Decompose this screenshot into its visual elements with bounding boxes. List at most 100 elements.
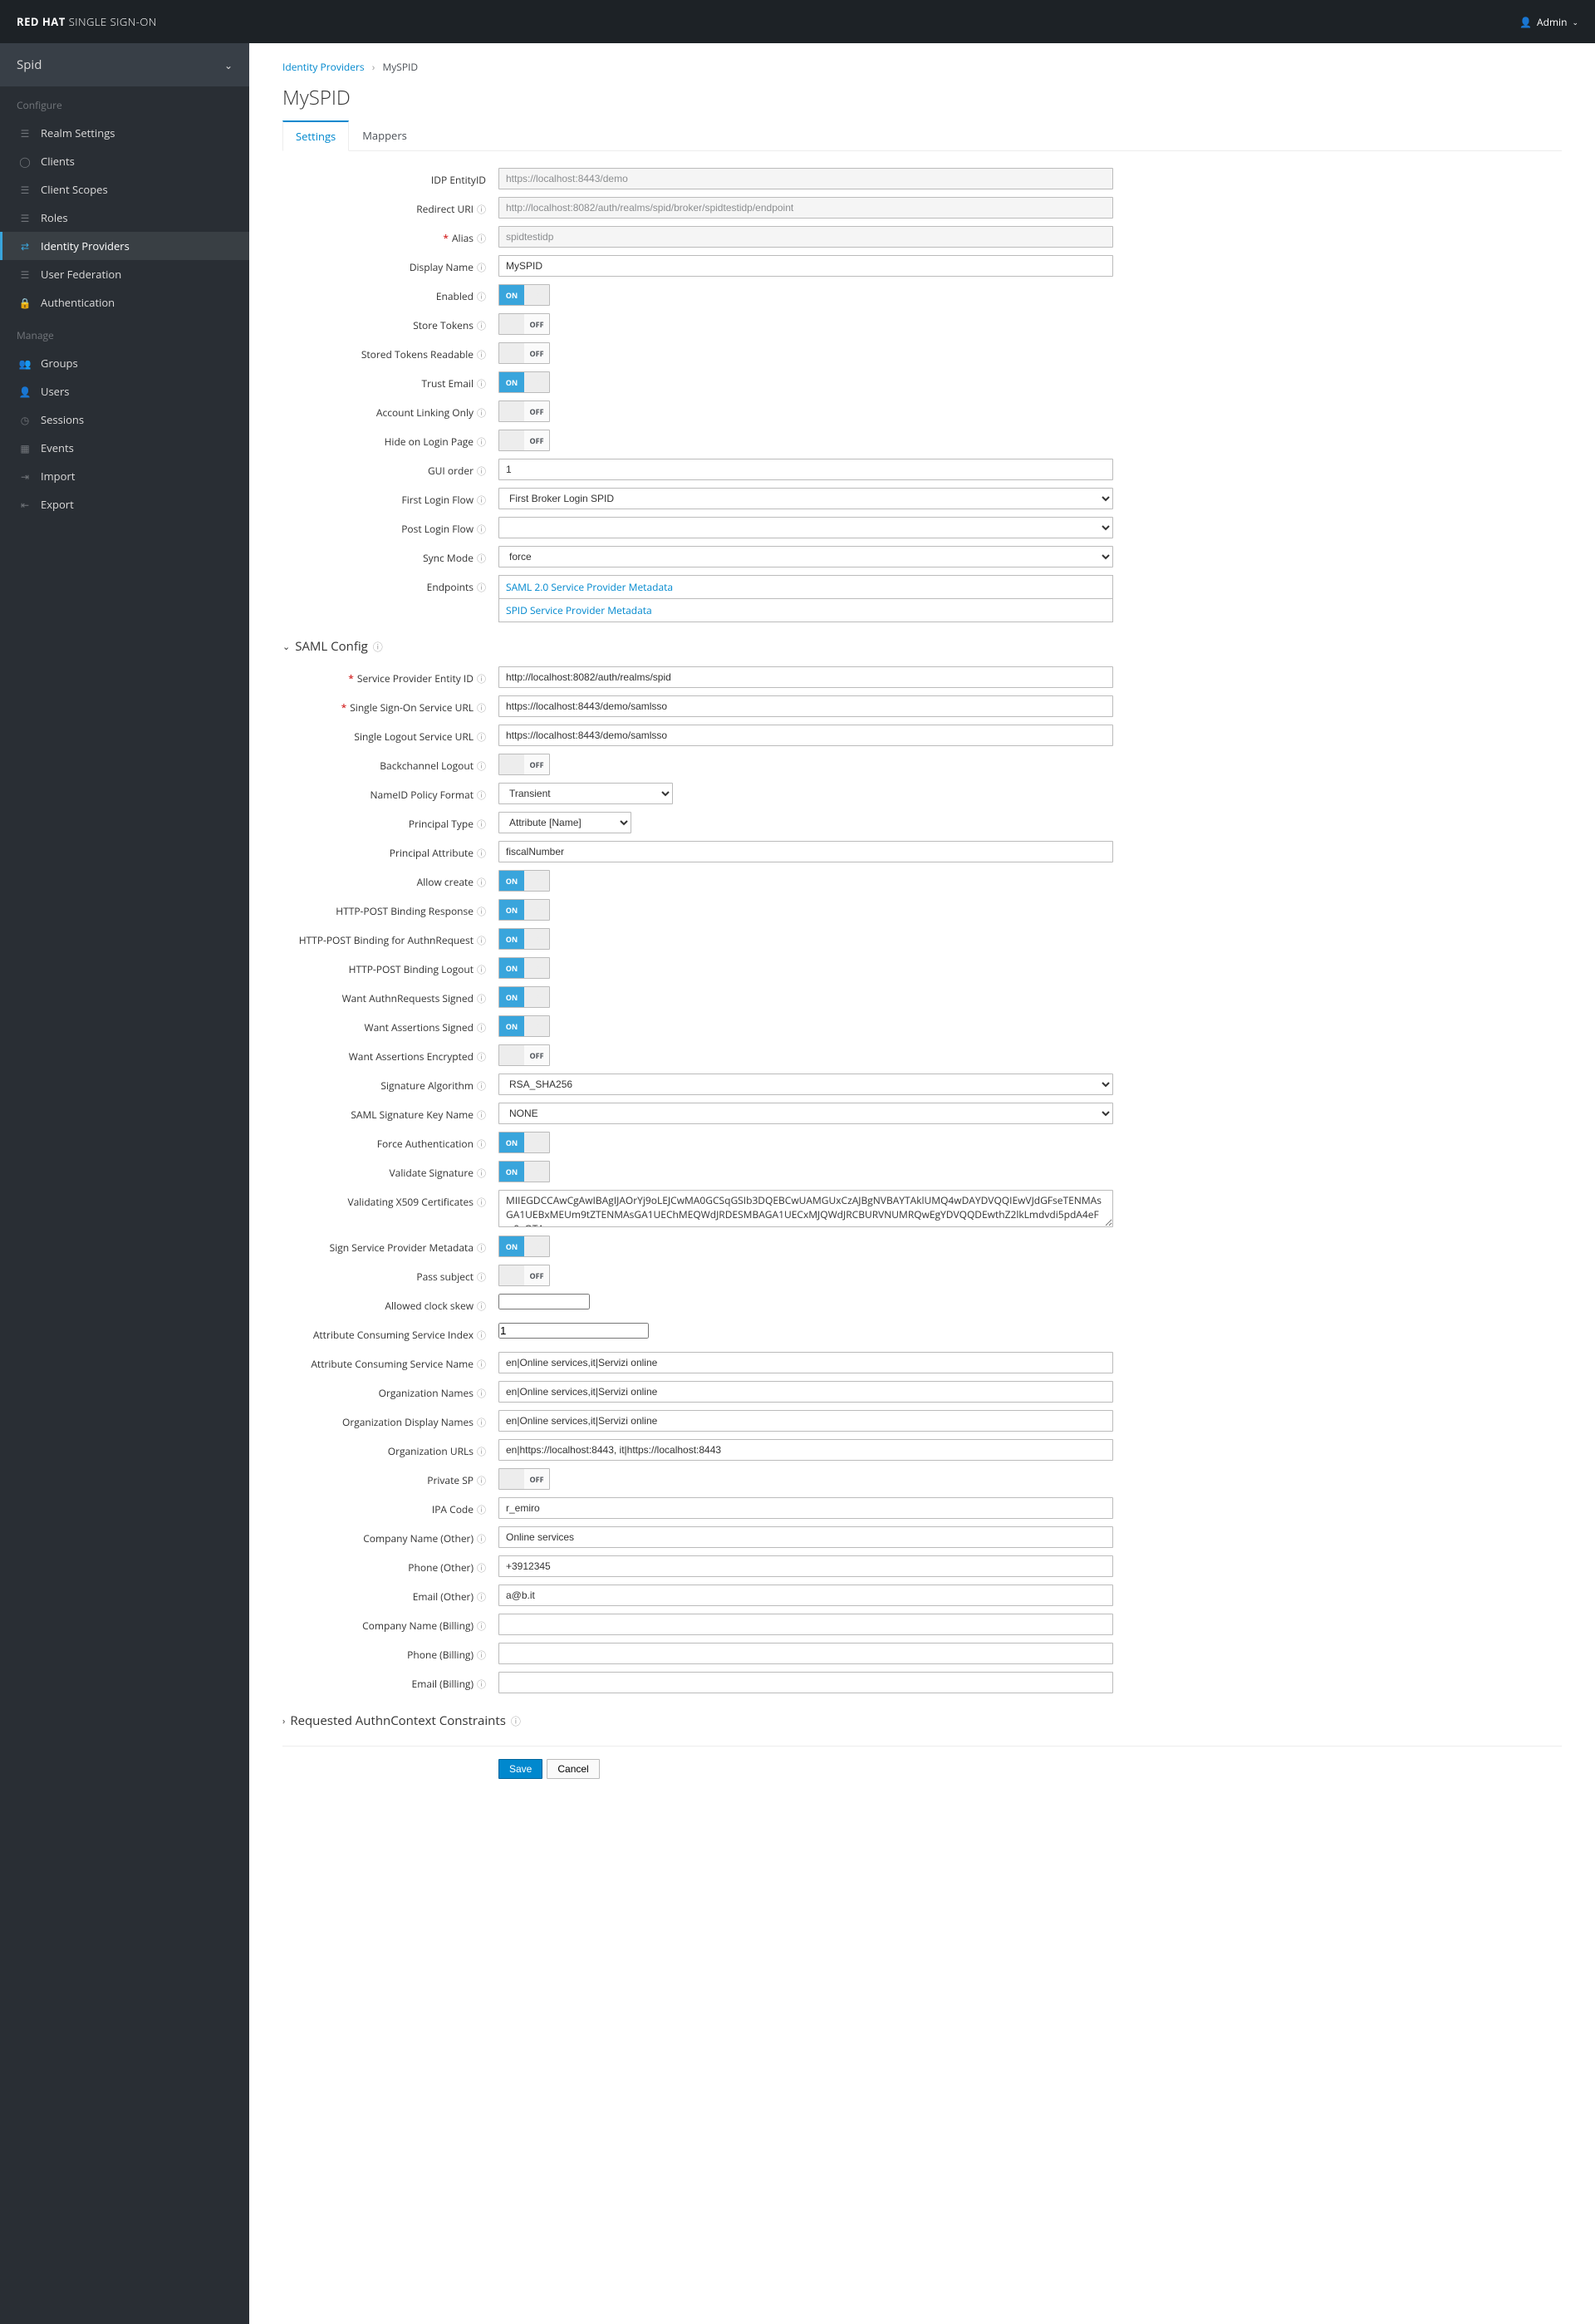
switch-http-post-logout[interactable]: ONOFF bbox=[498, 957, 550, 979]
input-display-name[interactable] bbox=[498, 255, 1113, 277]
help-icon[interactable]: ⓘ bbox=[477, 1474, 486, 1487]
help-icon[interactable]: ⓘ bbox=[477, 701, 486, 715]
help-icon[interactable]: ⓘ bbox=[373, 640, 383, 654]
input-allowed-clock-skew[interactable] bbox=[498, 1294, 590, 1309]
help-icon[interactable]: ⓘ bbox=[477, 1137, 486, 1151]
help-icon[interactable]: ⓘ bbox=[477, 818, 486, 831]
switch-enabled[interactable]: ONOFF bbox=[498, 284, 550, 306]
select-first-login-flow[interactable]: First Broker Login SPID bbox=[498, 488, 1113, 509]
nav-import[interactable]: ⇥Import bbox=[0, 462, 249, 490]
nav-export[interactable]: ⇤Export bbox=[0, 490, 249, 518]
help-icon[interactable]: ⓘ bbox=[477, 1416, 486, 1429]
help-icon[interactable]: ⓘ bbox=[477, 464, 486, 478]
help-icon[interactable]: ⓘ bbox=[477, 672, 486, 685]
section-saml-config[interactable]: ⌄ SAML Config ⓘ bbox=[282, 638, 1562, 655]
save-button[interactable]: Save bbox=[498, 1759, 542, 1779]
help-icon[interactable]: ⓘ bbox=[477, 1079, 486, 1093]
help-icon[interactable]: ⓘ bbox=[477, 377, 486, 391]
input-gui-order[interactable] bbox=[498, 459, 1113, 480]
help-icon[interactable]: ⓘ bbox=[477, 1590, 486, 1604]
input-company-other[interactable] bbox=[498, 1526, 1113, 1548]
select-sync-mode[interactable]: force bbox=[498, 546, 1113, 567]
switch-want-authn-signed[interactable]: ONOFF bbox=[498, 986, 550, 1008]
nav-events[interactable]: ▦Events bbox=[0, 434, 249, 462]
help-icon[interactable]: ⓘ bbox=[477, 730, 486, 744]
switch-backchannel-logout[interactable]: ONOFF bbox=[498, 754, 550, 775]
textarea-validating-cert[interactable]: MIIEGDCCAwCgAwIBAgIJAOrYj9oLEJCwMA0GCSqG… bbox=[498, 1190, 1113, 1227]
help-icon[interactable]: ⓘ bbox=[477, 905, 486, 918]
help-icon[interactable]: ⓘ bbox=[477, 435, 486, 449]
input-phone-billing[interactable] bbox=[498, 1643, 1113, 1664]
input-org-display-names[interactable] bbox=[498, 1410, 1113, 1432]
help-icon[interactable]: ⓘ bbox=[477, 1503, 486, 1516]
link-endpoint-spid[interactable]: SPID Service Provider Metadata bbox=[498, 598, 1113, 622]
input-email-other[interactable] bbox=[498, 1585, 1113, 1606]
help-icon[interactable]: ⓘ bbox=[477, 934, 486, 947]
help-icon[interactable]: ⓘ bbox=[477, 876, 486, 889]
input-acs-index[interactable] bbox=[498, 1323, 649, 1339]
help-icon[interactable]: ⓘ bbox=[511, 1714, 521, 1728]
switch-allow-create[interactable]: ONOFF bbox=[498, 870, 550, 892]
input-slo-url[interactable] bbox=[498, 725, 1113, 746]
input-ipa-code[interactable] bbox=[498, 1497, 1113, 1519]
nav-clients[interactable]: ◯Clients bbox=[0, 147, 249, 175]
input-phone-other[interactable] bbox=[498, 1555, 1113, 1577]
switch-want-assertions-signed[interactable]: ONOFF bbox=[498, 1015, 550, 1037]
realm-selector[interactable]: Spid ⌄ bbox=[0, 43, 249, 86]
switch-trust-email[interactable]: ONOFF bbox=[498, 371, 550, 393]
nav-sessions[interactable]: ◷Sessions bbox=[0, 405, 249, 434]
select-principal-type[interactable]: Attribute [Name] bbox=[498, 812, 631, 833]
nav-roles[interactable]: ☰Roles bbox=[0, 204, 249, 232]
select-sig-alg[interactable]: RSA_SHA256 bbox=[498, 1074, 1113, 1095]
help-icon[interactable]: ⓘ bbox=[477, 523, 486, 536]
select-saml-sig-key-name[interactable]: NONE bbox=[498, 1103, 1113, 1124]
help-icon[interactable]: ⓘ bbox=[477, 406, 486, 420]
nav-authentication[interactable]: 🔒Authentication bbox=[0, 288, 249, 317]
help-icon[interactable]: ⓘ bbox=[477, 1387, 486, 1400]
help-icon[interactable]: ⓘ bbox=[477, 1167, 486, 1180]
switch-private-sp[interactable]: ONOFF bbox=[498, 1468, 550, 1490]
input-sp-entity-id[interactable] bbox=[498, 666, 1113, 688]
switch-hide-on-login[interactable]: ONOFF bbox=[498, 430, 550, 451]
switch-force-authn[interactable]: ONOFF bbox=[498, 1132, 550, 1153]
input-acs-name[interactable] bbox=[498, 1352, 1113, 1373]
help-icon[interactable]: ⓘ bbox=[477, 1678, 486, 1691]
tab-mappers[interactable]: Mappers bbox=[349, 120, 420, 151]
select-post-login-flow[interactable] bbox=[498, 517, 1113, 538]
cancel-button[interactable]: Cancel bbox=[547, 1759, 599, 1779]
help-icon[interactable]: ⓘ bbox=[477, 581, 486, 594]
nav-identity-providers[interactable]: ⇄Identity Providers bbox=[0, 232, 249, 260]
nav-groups[interactable]: 👥Groups bbox=[0, 349, 249, 377]
nav-user-federation[interactable]: ☰User Federation bbox=[0, 260, 249, 288]
nav-realm-settings[interactable]: ☰Realm Settings bbox=[0, 119, 249, 147]
help-icon[interactable]: ⓘ bbox=[477, 1561, 486, 1575]
nav-client-scopes[interactable]: ☰Client Scopes bbox=[0, 175, 249, 204]
help-icon[interactable]: ⓘ bbox=[477, 1300, 486, 1313]
help-icon[interactable]: ⓘ bbox=[477, 552, 486, 565]
help-icon[interactable]: ⓘ bbox=[477, 1445, 486, 1458]
help-icon[interactable]: ⓘ bbox=[477, 232, 486, 245]
help-icon[interactable]: ⓘ bbox=[477, 290, 486, 303]
switch-pass-subject[interactable]: ONOFF bbox=[498, 1265, 550, 1286]
tab-settings[interactable]: Settings bbox=[282, 120, 349, 151]
section-authn-context[interactable]: › Requested AuthnContext Constraints ⓘ bbox=[282, 1712, 1562, 1729]
help-icon[interactable]: ⓘ bbox=[477, 992, 486, 1005]
input-org-names[interactable] bbox=[498, 1381, 1113, 1403]
help-icon[interactable]: ⓘ bbox=[477, 1108, 486, 1122]
help-icon[interactable]: ⓘ bbox=[477, 1270, 486, 1284]
help-icon[interactable]: ⓘ bbox=[477, 963, 486, 976]
input-company-billing[interactable] bbox=[498, 1614, 1113, 1635]
help-icon[interactable]: ⓘ bbox=[477, 1648, 486, 1662]
input-email-billing[interactable] bbox=[498, 1672, 1113, 1693]
help-icon[interactable]: ⓘ bbox=[477, 494, 486, 507]
user-menu[interactable]: 👤 Admin ⌄ bbox=[1519, 15, 1578, 29]
switch-stored-tokens-readable[interactable]: ONOFF bbox=[498, 342, 550, 364]
input-principal-attribute[interactable] bbox=[498, 841, 1113, 862]
link-endpoint-saml[interactable]: SAML 2.0 Service Provider Metadata bbox=[498, 575, 1113, 599]
help-icon[interactable]: ⓘ bbox=[477, 759, 486, 773]
switch-sign-sp-metadata[interactable]: ONOFF bbox=[498, 1236, 550, 1257]
help-icon[interactable]: ⓘ bbox=[477, 1050, 486, 1064]
help-icon[interactable]: ⓘ bbox=[477, 261, 486, 274]
help-icon[interactable]: ⓘ bbox=[477, 1241, 486, 1255]
help-icon[interactable]: ⓘ bbox=[477, 1021, 486, 1034]
